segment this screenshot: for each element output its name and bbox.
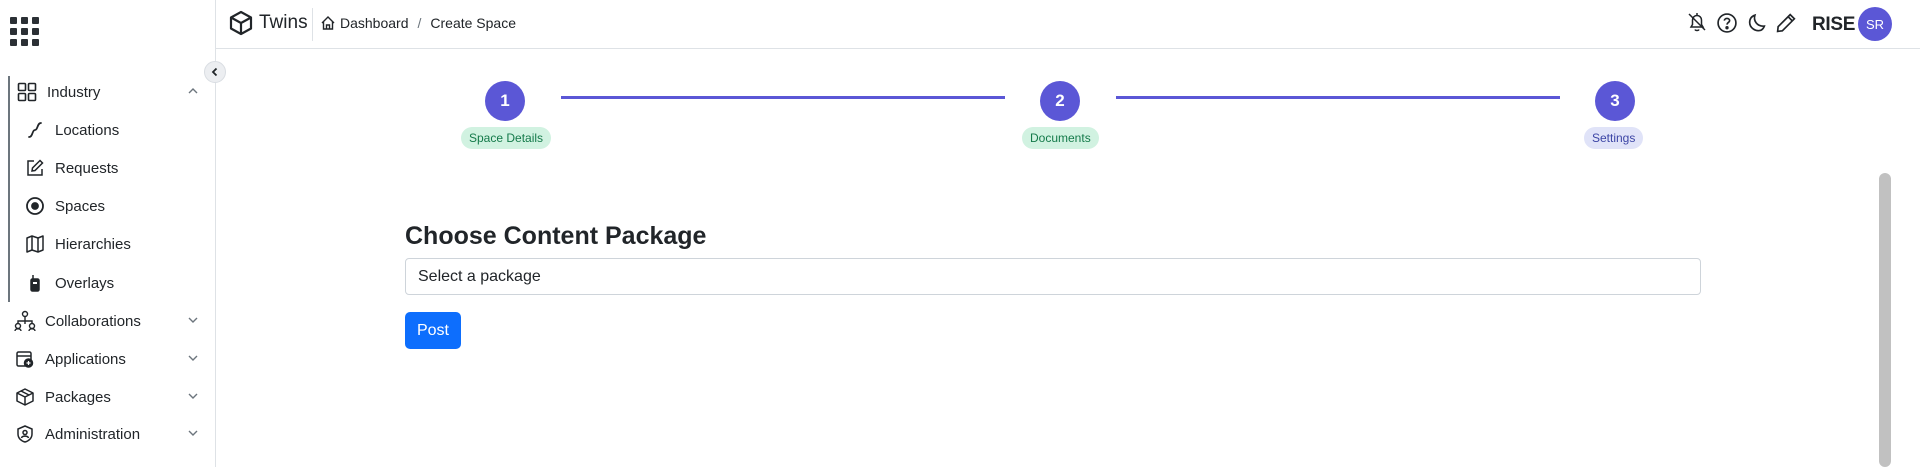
chevron-down-icon [188, 430, 198, 436]
help-icon[interactable] [1716, 12, 1738, 34]
walkie-talkie-icon [24, 272, 46, 294]
sidebar-item-spaces[interactable]: Spaces [24, 193, 105, 219]
breadcrumb-current: Create Space [430, 15, 516, 31]
header-divider [312, 8, 313, 41]
dark-mode-moon-icon[interactable] [1746, 12, 1768, 34]
chevron-down-icon [188, 317, 198, 323]
step-2-circle[interactable]: 2 [1040, 81, 1080, 121]
chevron-up-icon [188, 88, 198, 94]
brand-name: Twins [259, 12, 308, 33]
bell-off-icon[interactable] [1686, 11, 1708, 33]
sidebar-item-label: Overlays [55, 274, 115, 292]
sidebar-item-packages[interactable]: Packages [14, 384, 200, 410]
select-value: Select a package [418, 267, 541, 285]
sidebar-item-label: Spaces [55, 197, 106, 215]
breadcrumb-separator: / [417, 15, 422, 31]
stepper-connector [1116, 96, 1560, 99]
sidebar-item-requests[interactable]: Requests [24, 155, 118, 181]
org-name: RISE [1812, 14, 1856, 35]
sidebar-item-label: Locations [55, 121, 120, 139]
sidebar-item-locations[interactable]: Locations [24, 117, 119, 143]
chevron-down-icon [188, 355, 198, 361]
sidebar: Industry Locations Requests Spaces Hiera… [0, 0, 216, 467]
grid-icon [16, 81, 38, 103]
user-avatar[interactable]: SR [1858, 7, 1892, 41]
breadcrumb-dashboard-link[interactable]: Dashboard [340, 15, 409, 31]
sidebar-item-collaborations[interactable]: Collaborations [14, 308, 200, 334]
sidebar-item-label: Applications [45, 350, 126, 368]
app-launcher-icon[interactable] [10, 17, 39, 46]
sidebar-item-label: Hierarchies [55, 235, 131, 253]
chevron-down-icon [188, 393, 198, 399]
step-3-circle[interactable]: 3 [1595, 81, 1635, 121]
sidebar-collapse-button[interactable] [204, 61, 226, 83]
target-icon [24, 195, 46, 217]
step-1-circle[interactable]: 1 [485, 81, 525, 121]
route-icon [24, 119, 46, 141]
edit-icon [24, 157, 46, 179]
sidebar-item-label: Collaborations [45, 312, 141, 330]
section-title: Choose Content Package [405, 222, 707, 250]
post-button[interactable]: Post [405, 312, 461, 349]
scrollbar-thumb[interactable] [1879, 173, 1891, 467]
sidebar-item-label: Administration [45, 425, 141, 443]
sidebar-item-applications[interactable]: Applications [14, 346, 200, 372]
breadcrumb: Dashboard / Create Space [320, 15, 516, 31]
map-icon [24, 233, 46, 255]
edit-pencil-icon[interactable] [1775, 12, 1797, 34]
sidebar-item-label: Packages [45, 388, 111, 406]
sidebar-item-hierarchies[interactable]: Hierarchies [24, 231, 131, 257]
top-header: Twins Dashboard / Create Space [216, 0, 1920, 49]
stepper-connector [561, 96, 1005, 99]
network-icon [14, 310, 36, 332]
cube-logo-icon [229, 10, 253, 36]
chevron-left-icon [211, 67, 218, 77]
home-icon [321, 16, 335, 30]
sidebar-item-industry[interactable]: Industry [16, 79, 200, 105]
sidebar-item-label: Industry [47, 83, 101, 101]
sidebar-item-administration[interactable]: Administration [14, 421, 200, 447]
industry-group [8, 76, 208, 302]
sidebar-item-label: Requests [55, 159, 119, 177]
brand[interactable]: Twins [228, 10, 308, 36]
content-package-select[interactable]: Select a package [405, 258, 1701, 295]
sidebar-item-overlays[interactable]: Overlays [24, 270, 114, 296]
step-2-label: Documents [1022, 127, 1099, 149]
step-1-label: Space Details [461, 127, 552, 149]
shield-user-icon [14, 423, 36, 445]
apps-box-icon [14, 348, 36, 370]
step-3-label: Settings [1584, 127, 1644, 149]
box-icon [14, 386, 36, 408]
